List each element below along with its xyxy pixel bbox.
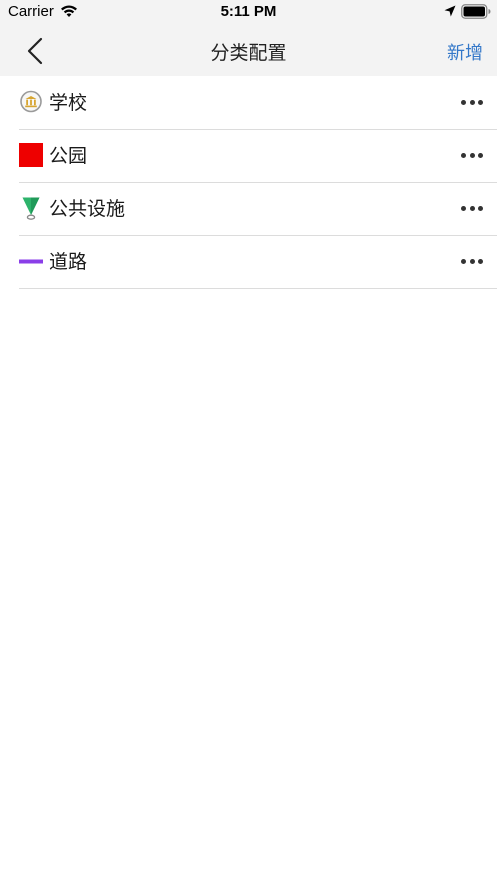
nav-bar: 分类配置 新增 — [0, 26, 497, 76]
location-arrow-icon — [444, 5, 456, 17]
list-item-road[interactable]: 道路 — [19, 236, 497, 289]
more-icon[interactable] — [461, 206, 483, 212]
list-item-label: 公共设施 — [49, 198, 126, 220]
list-item-school[interactable]: 学校 — [19, 77, 497, 130]
more-icon[interactable] — [461, 153, 483, 159]
screen: Carrier 5:11 PM 分类配置 新增 学校 公园 公共设施 道路 — [0, 0, 497, 883]
list-item-label: 道路 — [49, 251, 88, 273]
more-icon[interactable] — [461, 259, 483, 265]
green-marker-icon — [22, 197, 40, 220]
red-square-icon — [19, 143, 43, 167]
list-item-park[interactable]: 公园 — [19, 130, 497, 183]
list-item-public-facility[interactable]: 公共设施 — [19, 183, 497, 236]
status-time: 5:11 PM — [220, 3, 277, 20]
list-item-label: 公园 — [49, 145, 88, 167]
status-bar: Carrier 5:11 PM — [0, 0, 497, 26]
top-area: Carrier 5:11 PM 分类配置 新增 — [0, 0, 497, 76]
category-list: 学校 公园 公共设施 道路 — [0, 77, 497, 289]
add-button[interactable]: 新增 — [447, 39, 483, 65]
list-item-label: 学校 — [49, 92, 88, 114]
purple-line-icon — [19, 259, 43, 264]
more-icon[interactable] — [461, 100, 483, 106]
battery-icon — [461, 4, 491, 19]
school-pin-icon — [20, 90, 42, 113]
page-title: 分类配置 — [210, 42, 287, 64]
